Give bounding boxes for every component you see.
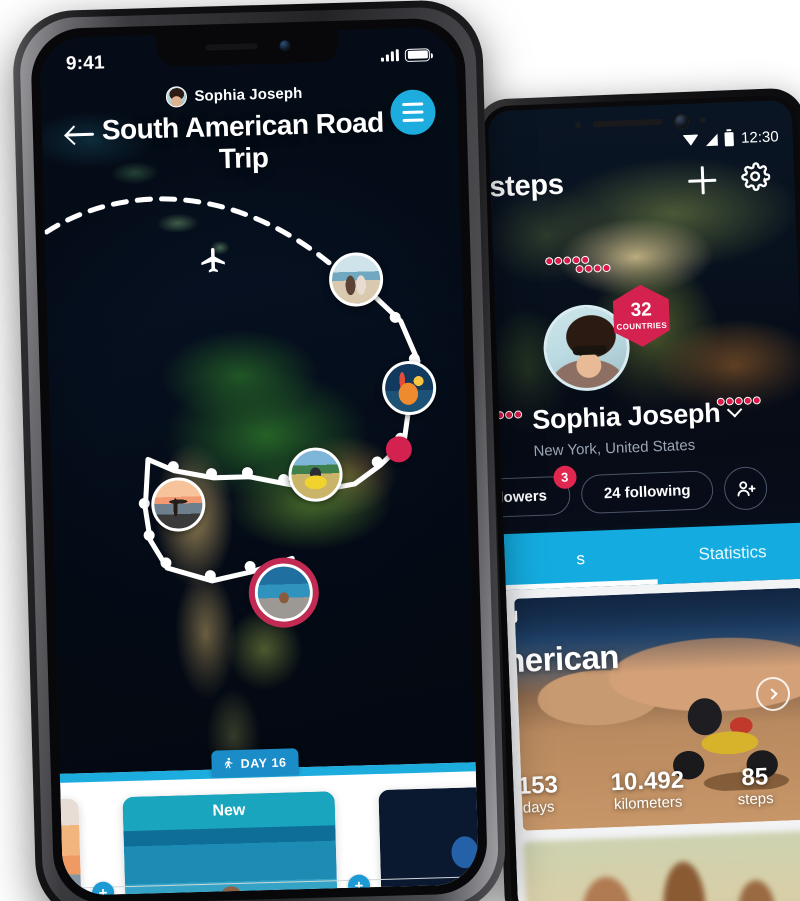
stat-days-unit: days [522,798,555,817]
tab-statistics[interactable]: Statistics [656,523,800,585]
signal-bars-icon [380,49,400,62]
stat-days-value: 153 [517,771,559,800]
chevron-right-icon [765,688,778,700]
map-pin [581,255,590,264]
battery-icon [724,131,735,146]
countries-count: 32 [630,299,653,322]
plus-icon: + [98,884,108,896]
plus-icon: + [354,876,364,895]
stat-steps: 85 steps [736,763,774,809]
trip-card-ongoing[interactable]: ing American rip 153 days [514,587,800,831]
status-icons [380,47,431,62]
carousel-gap: + [78,797,127,896]
wifi-icon [682,134,700,146]
trip-owner-name: Sophia Joseph [194,84,303,105]
settings-button[interactable] [740,161,771,197]
followers-chip[interactable]: llowers 3 [487,465,577,519]
menu-bar [402,102,424,107]
followers-label: llowers [494,487,548,507]
earpiece-speaker [592,118,663,128]
following-chip[interactable]: 24 following [580,470,715,515]
day-badge-label: DAY 16 [240,755,287,771]
tab-trips[interactable]: s [504,528,658,590]
trip-card-title: American rip [514,637,621,717]
stat-steps-unit: steps [737,790,774,809]
places-carousel-sheet: + New Buenos Aires Argentina [59,762,480,896]
battery-icon [404,47,431,62]
iphone-clock: 9:41 [65,52,106,75]
following-label: 24 following [603,481,691,503]
walking-person-icon [224,757,233,769]
signal-icon [705,133,719,146]
map-pin [545,257,554,266]
front-camera-icon [674,114,688,128]
map-pin [752,396,761,405]
add-place-button[interactable]: + [91,881,115,896]
add-friend-button[interactable] [723,466,769,511]
map-pin [575,264,584,274]
map-pin [593,264,602,273]
android-app-title: rsteps [487,168,565,204]
trip-card-title-line1: American [514,637,620,681]
add-place-button[interactable]: + [347,874,371,896]
stat-days: 153 days [517,771,559,817]
iphone-outer-frame: 9:41 Sophia Joseph South American Road T… [11,0,507,901]
iphone-metal-band: 9:41 Sophia Joseph South American Road T… [18,6,500,901]
stat-kilometers-value: 10.492 [610,766,685,797]
countries-label: COUNTRIES [616,320,668,332]
map-pin [554,256,563,266]
front-camera-icon [278,39,291,52]
stat-kilometers: 10.492 kilometers [610,766,685,814]
android-tab-bar: s Statistics [503,522,800,591]
android-phone-inner-frame: 12:30 rsteps 32 COUNTRIES Sophia Joseph … [481,94,800,901]
map-pin [602,263,611,273]
menu-bar [402,110,424,115]
iphone-notch [156,29,340,67]
gear-icon [741,162,771,192]
stat-kilometers-unit: kilometers [613,793,683,814]
trip-card-secondary[interactable] [523,830,800,901]
user-avatar [165,86,187,108]
airplane-icon [201,248,225,273]
places-carousel[interactable]: + New Buenos Aires Argentina [59,784,480,896]
trip-status-label: ing [514,604,519,625]
route-line [142,279,421,584]
iphone-device: 9:41 Sophia Joseph South American Road T… [11,0,507,901]
add-person-icon [737,480,756,496]
map-pin [504,410,514,420]
followers-badge: 3 [552,465,577,490]
map-pin [743,396,752,405]
menu-bar [402,118,424,123]
add-trip-button[interactable] [688,166,717,195]
earpiece-speaker [204,43,258,51]
iphone-bezel: 9:41 Sophia Joseph South American Road T… [30,17,489,901]
android-clock: 12:30 [740,128,779,147]
map-pin [495,411,505,420]
new-badge: New [122,791,336,832]
stat-steps-value: 85 [740,763,769,792]
map-pin [572,256,581,265]
map-pin-cluster-north-africa[interactable] [575,263,611,274]
proximity-sensor-icon [574,121,581,129]
android-phone: 12:30 rsteps 32 COUNTRIES Sophia Joseph … [474,87,800,901]
trip-stats: 153 days 10.492 kilometers 85 steps [514,763,800,818]
map-pin [513,410,523,419]
map-pin [584,264,593,273]
airplane-icon-wrap [191,245,236,281]
trip-card-title-line2: rip [514,675,621,717]
android-content-panel: ing American rip 153 days [505,578,800,901]
day-badge[interactable]: DAY 16 [211,748,299,778]
map-pin [563,256,572,265]
sunglasses-icon [572,345,607,356]
android-screen: 12:30 rsteps 32 COUNTRIES Sophia Joseph … [487,99,800,901]
iphone-screen: 9:41 Sophia Joseph South American Road T… [39,26,480,896]
mockup-stage: 12:30 rsteps 32 COUNTRIES Sophia Joseph … [0,0,800,901]
light-sensor-icon [699,117,706,124]
